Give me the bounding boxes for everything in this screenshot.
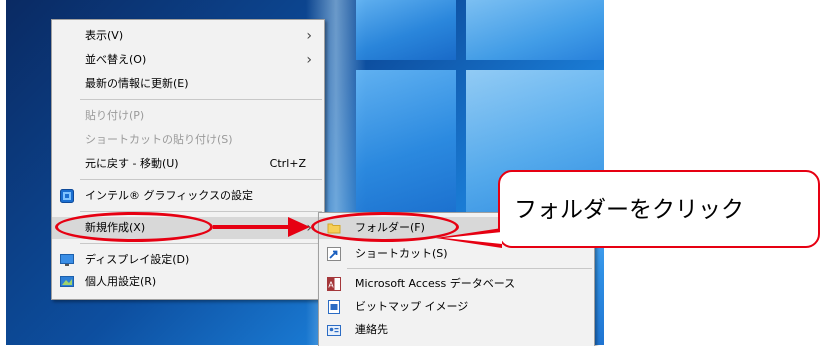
submenu-item-bitmap-image[interactable]: ビットマップ イメージ: [319, 296, 594, 318]
svg-text:A: A: [328, 281, 334, 290]
desktop-context-menu: 表示(V) › 並べ替え(O) › 最新の情報に更新(E) 貼り付け(P) ショ…: [51, 19, 325, 300]
windows-logo-pane: [356, 70, 456, 220]
menu-item-sort[interactable]: 並べ替え(O) ›: [52, 49, 324, 71]
personalize-icon: [60, 276, 74, 287]
highlight-oval-new: [55, 212, 213, 242]
submenu-item-contact[interactable]: 連絡先: [319, 319, 594, 341]
menu-item-display-settings[interactable]: ディスプレイ設定(D): [52, 249, 324, 271]
display-icon: [60, 254, 74, 266]
menu-separator: [347, 268, 592, 269]
menu-item-view[interactable]: 表示(V) ›: [52, 25, 324, 47]
contact-icon: [327, 325, 341, 336]
callout-tail-fill: [444, 232, 502, 244]
menu-item-intel-graphics[interactable]: インテル® グラフィックスの設定: [52, 185, 324, 207]
menu-separator: [80, 179, 322, 180]
menu-item-personalize[interactable]: 個人用設定(R): [52, 271, 324, 293]
menu-item-paste[interactable]: 貼り付け(P): [52, 105, 324, 127]
callout-box: フォルダーをクリック: [498, 170, 820, 248]
annotation-arrow-shaft: [213, 225, 291, 229]
menu-separator: [80, 99, 322, 100]
annotation-arrow-head: [288, 217, 310, 237]
chevron-right-icon: ›: [306, 28, 312, 44]
menu-item-paste-shortcut[interactable]: ショートカットの貼り付け(S): [52, 129, 324, 151]
callout-text: フォルダーをクリック: [514, 197, 744, 223]
windows-logo-pane: [466, 0, 604, 60]
windows-logo-pane: [356, 0, 456, 60]
submenu-item-access-database[interactable]: A Microsoft Access データベース: [319, 273, 594, 295]
bitmap-icon: [328, 300, 340, 314]
shortcut-icon: [327, 247, 341, 261]
menu-item-undo-move[interactable]: 元に戻す - 移動(U) Ctrl+Z: [52, 153, 324, 175]
access-icon: A: [327, 277, 341, 291]
menu-item-refresh[interactable]: 最新の情報に更新(E): [52, 73, 324, 95]
intel-graphics-icon: [60, 189, 74, 203]
chevron-right-icon: ›: [306, 52, 312, 68]
menu-separator: [80, 243, 322, 244]
